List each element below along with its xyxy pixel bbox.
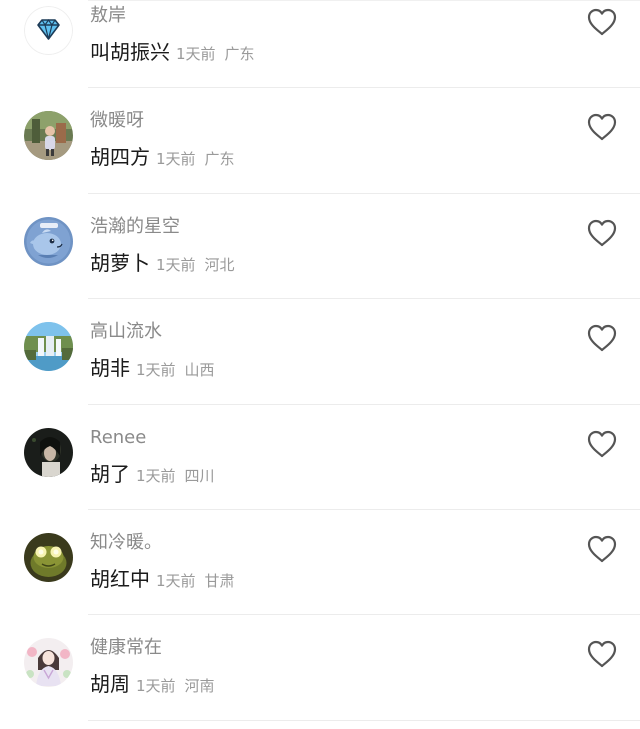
comment-location: 甘肃 [204,571,235,590]
comment-username[interactable]: 浩瀚的星空 [90,215,180,239]
comment-time: 1天前 [156,571,196,590]
frog-glowing-eyes-icon [24,532,73,582]
dark-portrait-icon [24,427,73,477]
avatar[interactable] [24,638,73,688]
avatar[interactable] [24,216,73,266]
avatar[interactable] [24,6,73,55]
like-button[interactable] [586,639,618,669]
comment-body: 胡了 1天前 四川 [90,460,215,490]
comment-item: 知冷暖。 胡红中 1天前 甘肃 [0,510,640,616]
comment-body: 胡周 1天前 河南 [90,670,215,700]
comment-item: 高山流水 胡非 1天前 山西 [0,299,640,405]
like-button[interactable] [586,7,618,37]
comment-location: 河北 [204,255,235,274]
heart-outline-icon [587,641,617,668]
comment-text: 胡了 [90,461,130,486]
like-button[interactable] [586,112,618,142]
comment-username[interactable]: 高山流水 [90,320,162,344]
comment-body: 胡非 1天前 山西 [90,354,215,384]
heart-outline-icon [587,8,617,36]
waterfall-icon [24,322,73,372]
comment-username[interactable]: 敖岸 [90,4,126,28]
comment-text: 胡非 [90,356,130,381]
comment-username[interactable]: 微暖呀 [90,109,144,133]
comment-body: 胡萝卜 1天前 河北 [90,249,235,279]
comment-text: 胡红中 [90,566,150,591]
lady-flowers-icon [24,638,73,688]
comment-item: Renee 胡了 1天前 四川 [0,405,640,510]
like-button[interactable] [586,218,618,248]
comment-body: 胡四方 1天前 广东 [90,143,235,173]
comment-location: 广东 [204,150,235,169]
diamond-icon [24,6,73,55]
comment-username[interactable]: Renee [90,426,146,450]
comment-username[interactable]: 知冷暖。 [90,531,162,555]
comment-time: 1天前 [176,45,216,63]
like-button[interactable] [586,323,618,353]
avatar[interactable] [24,111,73,161]
comment-list: 敖岸 叫胡振兴 1天前 广东 微暖呀 胡四方 1天前 广东 浩瀚的星空 胡萝卜 … [0,0,640,721]
comment-body: 胡红中 1天前 甘肃 [90,565,235,595]
avatar[interactable] [24,427,73,477]
comment-time: 1天前 [136,361,176,380]
comment-location: 四川 [184,466,215,485]
heart-outline-icon [587,430,617,457]
comment-text: 胡萝卜 [90,250,150,275]
divider [88,719,640,721]
comment-item: 浩瀚的星空 胡萝卜 1天前 河北 [0,194,640,300]
avatar[interactable] [24,322,73,372]
cartoon-dolphin-icon [24,216,73,266]
comment-username[interactable]: 健康常在 [90,636,162,660]
comment-body: 叫胡振兴 1天前 广东 [90,38,255,68]
comment-item: 微暖呀 胡四方 1天前 广东 [0,88,640,194]
heart-outline-icon [587,114,617,141]
like-button[interactable] [586,534,618,564]
comment-item: 敖岸 叫胡振兴 1天前 广东 [0,0,640,89]
like-button[interactable] [586,429,618,459]
comment-time: 1天前 [136,677,176,696]
heart-outline-icon [587,325,617,352]
comment-text: 叫胡振兴 [90,40,170,64]
comment-time: 1天前 [136,466,176,485]
comment-location: 河南 [184,677,215,696]
comment-text: 胡四方 [90,145,150,170]
comment-location: 广东 [224,45,255,63]
comment-text: 胡周 [90,672,130,697]
heart-outline-icon [587,535,617,563]
comment-time: 1天前 [156,255,196,274]
child-photo-icon [24,111,73,161]
comment-item: 健康常在 胡周 1天前 河南 [0,615,640,721]
avatar[interactable] [24,532,73,582]
comment-location: 山西 [184,361,215,380]
heart-outline-icon [587,219,617,246]
comment-time: 1天前 [156,150,196,169]
